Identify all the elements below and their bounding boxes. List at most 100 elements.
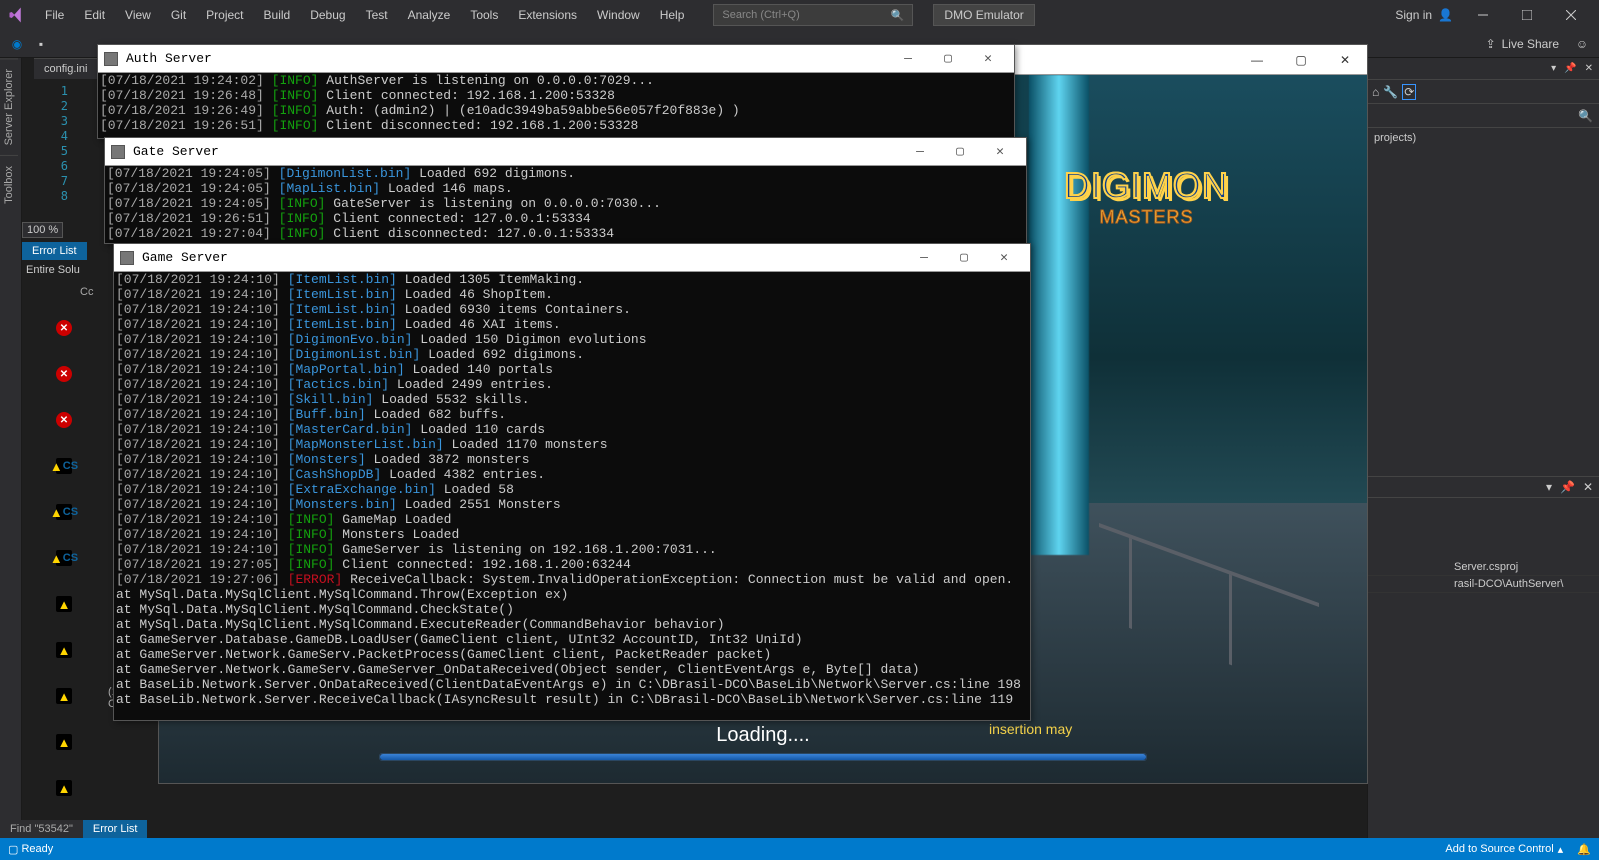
home-icon[interactable]: ⌂	[1372, 85, 1379, 99]
maximize-button[interactable]: ▢	[944, 245, 984, 271]
console-output[interactable]: [07/18/2021 19:24:10] [ItemList.bin] Loa…	[114, 272, 1030, 707]
main-menu: File Edit View Git Project Build Debug T…	[36, 4, 693, 26]
solution-explorer: ▾ 📌 ✕ ⌂ 🔧 ⟳ 🔍 projects) ▾ 📌 ✕ Server.csp…	[1367, 58, 1599, 838]
bottom-tabs: Find "53542" Error List	[0, 820, 147, 838]
close-button[interactable]: ✕	[980, 139, 1020, 165]
maximize-button[interactable]: ▢	[1279, 46, 1323, 74]
quick-search[interactable]: Search (Ctrl+Q) 🔍	[713, 4, 913, 26]
loading-text: Loading....	[159, 724, 1367, 747]
menu-test[interactable]: Test	[357, 4, 397, 26]
new-project-button[interactable]: ▪	[30, 33, 52, 55]
search-input[interactable]	[1374, 110, 1578, 122]
pin-icon[interactable]: 📌	[1564, 63, 1576, 74]
close-button[interactable]: ✕	[984, 245, 1024, 271]
chevron-down-icon[interactable]: ▾	[1546, 480, 1552, 494]
menu-analyze[interactable]: Analyze	[399, 4, 460, 26]
game-server-console[interactable]: Game Server ― ▢ ✕ [07/18/2021 19:24:10] …	[113, 243, 1031, 721]
chevron-down-icon[interactable]: ▾	[1551, 63, 1556, 74]
maximize-button[interactable]	[1507, 1, 1547, 29]
solution-node[interactable]: projects)	[1374, 132, 1593, 144]
close-button[interactable]	[1551, 1, 1591, 29]
document-tab[interactable]: config.ini	[34, 58, 97, 79]
menu-file[interactable]: File	[36, 4, 73, 26]
console-output[interactable]: [07/18/2021 19:24:05] [DigimonList.bin] …	[105, 166, 1026, 241]
maximize-button[interactable]: ▢	[940, 139, 980, 165]
solution-search[interactable]: 🔍	[1368, 104, 1599, 128]
close-button[interactable]: ✕	[1323, 46, 1367, 74]
warning-icon[interactable]: ▲	[56, 780, 72, 796]
status-bar: ▢ Ready Add to Source Control ▴ 🔔	[0, 838, 1599, 860]
warning-icon[interactable]: ▲	[56, 688, 72, 704]
console-titlebar[interactable]: Auth Server ― ▢ ✕	[98, 45, 1014, 73]
warning-icon[interactable]: ▲	[56, 642, 72, 658]
error-list-bottom-tab[interactable]: Error List	[83, 820, 148, 838]
left-toolwindow-tabs: Server Explorer Toolbox	[0, 58, 22, 838]
share-icon: ⇪	[1486, 37, 1496, 51]
server-explorer-tab[interactable]: Server Explorer	[0, 58, 18, 155]
minimize-button[interactable]: ―	[900, 139, 940, 165]
wrench-icon[interactable]: 🔧	[1383, 85, 1398, 99]
console-output[interactable]: [07/18/2021 19:24:02] [INFO] AuthServer …	[98, 73, 1014, 133]
live-share-button[interactable]: ⇪ Live Share	[1476, 37, 1569, 51]
console-title: Game Server	[142, 250, 228, 265]
console-titlebar[interactable]: Game Server ― ▢ ✕	[114, 244, 1030, 272]
close-button[interactable]: ✕	[968, 46, 1008, 72]
minimize-button[interactable]: ―	[904, 245, 944, 271]
visual-studio-icon	[8, 6, 26, 24]
search-placeholder: Search (Ctrl+Q)	[722, 9, 799, 21]
minimize-button[interactable]: ―	[888, 46, 928, 72]
menu-debug[interactable]: Debug	[301, 4, 354, 26]
error-icon[interactable]: ✕	[56, 366, 72, 382]
status-ready-icon: ▢	[8, 843, 18, 856]
prop-path: rasil-DCO\AuthServer\	[1454, 578, 1563, 590]
person-icon: 👤	[1438, 8, 1453, 22]
maximize-button[interactable]: ▢	[928, 46, 968, 72]
error-icon[interactable]: ✕	[56, 412, 72, 428]
console-icon	[120, 251, 134, 265]
console-titlebar[interactable]: Gate Server ― ▢ ✕	[105, 138, 1026, 166]
warning-icon[interactable]: ▲	[56, 596, 72, 612]
menu-view[interactable]: View	[116, 4, 160, 26]
toolbox-tab[interactable]: Toolbox	[0, 155, 18, 214]
warning-icon[interactable]: ▲ CS	[56, 550, 72, 566]
pin-icon[interactable]: 📌	[1560, 480, 1575, 494]
zoom-level[interactable]: 100 %	[22, 222, 63, 238]
close-icon[interactable]: ✕	[1583, 480, 1593, 494]
menu-help[interactable]: Help	[651, 4, 694, 26]
sign-in-label: Sign in	[1395, 8, 1432, 22]
error-list-tab[interactable]: Error List	[22, 242, 87, 260]
menu-extensions[interactable]: Extensions	[509, 4, 586, 26]
code-column-header[interactable]: Cc	[80, 286, 93, 298]
game-logo: DIGIMON MASTERS	[1064, 165, 1229, 228]
loading-progress	[379, 753, 1147, 761]
minimize-button[interactable]	[1463, 1, 1503, 29]
panel-body: projects)	[1368, 128, 1599, 148]
close-icon[interactable]: ✕	[1585, 63, 1593, 74]
error-icon[interactable]: ✕	[56, 320, 72, 336]
sign-in-button[interactable]: Sign in 👤	[1389, 5, 1459, 25]
warning-icon[interactable]: ▲ CS	[56, 458, 72, 474]
warning-icon[interactable]: ▲ CS	[56, 504, 72, 520]
warning-icon[interactable]: ▲	[56, 734, 72, 750]
sync-icon[interactable]: ⟳	[1402, 84, 1416, 100]
menu-project[interactable]: Project	[197, 4, 252, 26]
chevron-up-icon[interactable]: ▴	[1558, 843, 1564, 856]
menu-tools[interactable]: Tools	[461, 4, 507, 26]
auth-server-console[interactable]: Auth Server ― ▢ ✕ [07/18/2021 19:24:02] …	[97, 44, 1015, 139]
console-icon	[104, 52, 118, 66]
feedback-button[interactable]: ☺	[1571, 33, 1593, 55]
search-icon: 🔍	[891, 9, 905, 22]
menu-window[interactable]: Window	[588, 4, 649, 26]
error-scope-dropdown[interactable]: Entire Solu	[26, 264, 80, 276]
minimize-button[interactable]: ―	[1235, 46, 1279, 74]
back-button[interactable]: ◉	[6, 33, 28, 55]
gate-server-console[interactable]: Gate Server ― ▢ ✕ [07/18/2021 19:24:05] …	[104, 137, 1027, 244]
add-source-control[interactable]: Add to Source Control	[1445, 843, 1553, 855]
find-results-tab[interactable]: Find "53542"	[0, 820, 83, 838]
menu-edit[interactable]: Edit	[75, 4, 114, 26]
notifications-icon[interactable]: 🔔	[1577, 843, 1591, 856]
solution-button[interactable]: DMO Emulator	[933, 4, 1034, 26]
live-share-label: Live Share	[1502, 37, 1559, 51]
menu-build[interactable]: Build	[255, 4, 300, 26]
menu-git[interactable]: Git	[162, 4, 195, 26]
